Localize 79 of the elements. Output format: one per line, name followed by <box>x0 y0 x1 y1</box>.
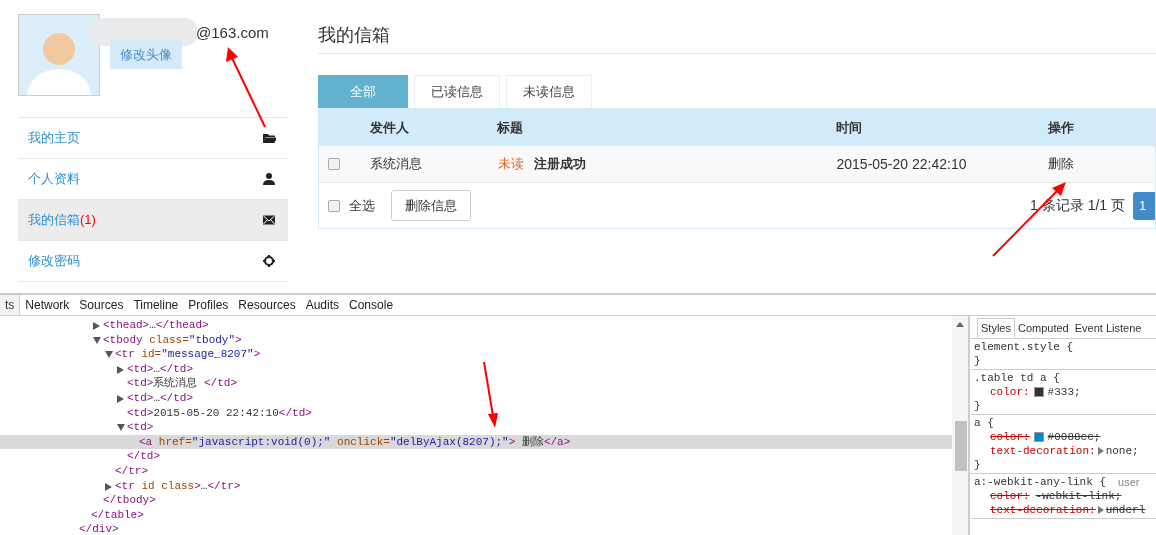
collapse-triangle-icon[interactable] <box>93 336 101 344</box>
column-header: 时间 <box>836 118 864 137</box>
code-line: </div> <box>79 522 119 535</box>
devtools-tab[interactable]: ts <box>0 295 21 315</box>
css-selector: .table td a { <box>974 371 1060 385</box>
expand-triangle-icon[interactable] <box>1097 447 1104 455</box>
code-line: <td>…</td> <box>127 361 194 377</box>
css-property: color: <box>990 489 1030 503</box>
annotation-arrow <box>483 361 498 428</box>
css-source: user <box>1118 475 1140 489</box>
expand-triangle-icon[interactable] <box>1097 506 1104 514</box>
css-value: -webkit-link; <box>1035 489 1122 503</box>
collapse-triangle-icon[interactable] <box>105 351 113 359</box>
css-property: color: <box>990 385 1030 399</box>
css-value: #333; <box>1047 385 1081 399</box>
message-subject: 注册成功 <box>533 155 586 174</box>
column-header: 发件人 <box>369 118 410 137</box>
email-text: @163.com <box>196 23 269 43</box>
devtools-tab[interactable]: Audits <box>300 295 345 315</box>
expand-triangle-icon[interactable] <box>105 482 112 491</box>
css-property: color: <box>990 430 1030 444</box>
css-brace: } <box>974 399 982 413</box>
table-cell-text: 2015-05-20 22:42:10 <box>836 154 968 174</box>
code-line: </td> <box>127 449 160 464</box>
page-button[interactable]: 1 <box>1133 191 1155 220</box>
code-line: <td>2015-05-20 22:42:10</td> <box>127 405 312 421</box>
color-swatch[interactable] <box>1033 432 1044 442</box>
css-selector: a { <box>974 416 994 430</box>
css-selector: element.style { <box>974 340 1074 354</box>
delete-messages-button[interactable]: 删除信息 <box>391 190 471 221</box>
page-title: 我的信箱 <box>318 22 1156 54</box>
envelope-icon <box>262 213 276 227</box>
css-brace: } <box>974 458 982 472</box>
css-value: none; <box>1105 444 1139 458</box>
code-line: </tr> <box>115 463 148 479</box>
css-value: #0088cc; <box>1047 430 1101 444</box>
css-brace: } <box>974 354 982 368</box>
code-line: <a href="javascript:void(0);" onclick="delByAjax(8207);"> 删除</a> <box>139 434 571 450</box>
color-swatch[interactable] <box>1033 387 1044 397</box>
devtools-tab[interactable]: Resources <box>233 295 301 315</box>
code-line: <tbody class="tbody"> <box>103 332 242 348</box>
delete-link[interactable]: 删除 <box>1047 154 1155 174</box>
table-cell-text: 系统消息 <box>369 155 423 174</box>
checkbox[interactable] <box>328 158 340 171</box>
column-header: 标题 <box>497 118 525 137</box>
settings-icon <box>262 254 276 268</box>
expand-triangle-icon[interactable] <box>93 322 100 330</box>
styles-tab[interactable]: Computed <box>1014 318 1072 338</box>
css-property: text-decoration: <box>990 444 1096 458</box>
devtools-tab[interactable]: Sources <box>74 295 129 315</box>
unread-label: 未读 <box>497 155 524 174</box>
code-line: <thead>…</thead> <box>103 318 209 333</box>
code-line: </table> <box>91 507 144 523</box>
tab[interactable]: 未读信息 <box>506 75 592 108</box>
folder-icon <box>262 131 276 145</box>
code-line: <tr id="message_8207"> <box>115 347 261 362</box>
devtools-tab[interactable]: Network <box>20 295 75 315</box>
css-value: underl <box>1105 503 1146 517</box>
code-line: <tr id class>…</tr> <box>115 478 241 494</box>
code-line: </tbody> <box>103 493 156 508</box>
styles-tab[interactable]: Styles <box>977 318 1015 338</box>
code-line: <td> <box>127 420 154 435</box>
code-line: <td>系统消息 </td> <box>127 376 238 391</box>
css-selector: a:-webkit-any-link { <box>974 475 1107 489</box>
scrollbar[interactable] <box>952 316 969 535</box>
checkbox[interactable] <box>328 199 340 212</box>
css-property: text-decoration: <box>990 503 1096 517</box>
tab[interactable]: 已读信息 <box>414 75 500 108</box>
select-all-label[interactable]: 全选 <box>349 195 375 216</box>
expand-triangle-icon[interactable] <box>117 394 124 403</box>
devtools-tab[interactable]: Profiles <box>183 295 234 315</box>
user-icon <box>262 172 276 186</box>
expand-triangle-icon[interactable] <box>117 365 124 374</box>
selected-line-highlight[interactable]: <a href="javascript:void(0);" onclick="delByAjax(8207);"> 删除</a> <box>0 434 952 450</box>
column-header: 操作 <box>1047 118 1075 137</box>
devtools-tab[interactable]: Console <box>344 295 399 315</box>
styles-tab[interactable]: Event Listene <box>1071 318 1145 338</box>
code-line: <td>…</td> <box>127 390 194 406</box>
devtools-tab[interactable]: Timeline <box>128 295 184 315</box>
